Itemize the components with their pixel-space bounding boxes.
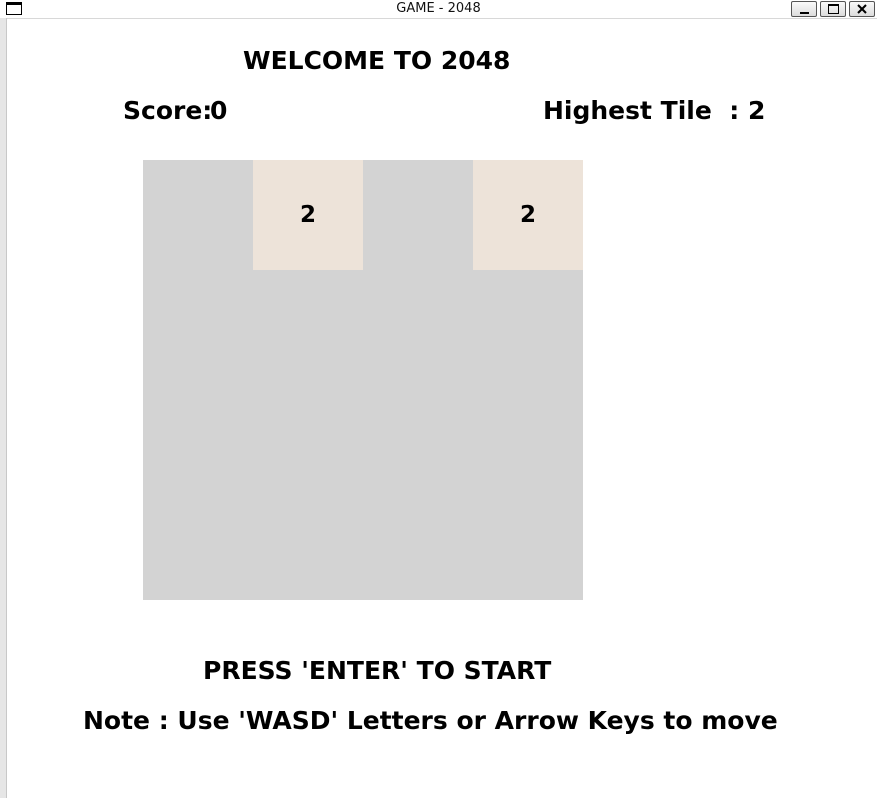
score-label: Score: (123, 96, 213, 125)
window-left-edge (0, 18, 7, 798)
game-window: GAME - 2048 WELCOME TO 2048 Score: 0 Hig… (0, 0, 877, 798)
highest-tile-value: 2 (748, 96, 766, 125)
maximize-icon (828, 4, 839, 14)
close-button[interactable] (849, 1, 875, 17)
tile-2: 2 (253, 160, 363, 270)
game-board: 22 (143, 160, 583, 600)
window-title: GAME - 2048 (396, 1, 481, 16)
start-prompt: PRESS 'ENTER' TO START (203, 656, 552, 685)
title-bar[interactable]: GAME - 2048 (0, 0, 877, 19)
maximize-button[interactable] (820, 1, 846, 17)
welcome-heading: WELCOME TO 2048 (243, 46, 511, 75)
score-value: 0 (210, 96, 228, 125)
minimize-icon (800, 12, 809, 14)
tile-2: 2 (473, 160, 583, 270)
minimize-button[interactable] (791, 1, 817, 17)
controls-note: Note : Use 'WASD' Letters or Arrow Keys … (83, 706, 778, 735)
close-icon (857, 4, 867, 14)
highest-tile-label: Highest Tile : (543, 96, 740, 125)
game-canvas[interactable]: WELCOME TO 2048 Score: 0 Highest Tile : … (7, 19, 877, 798)
